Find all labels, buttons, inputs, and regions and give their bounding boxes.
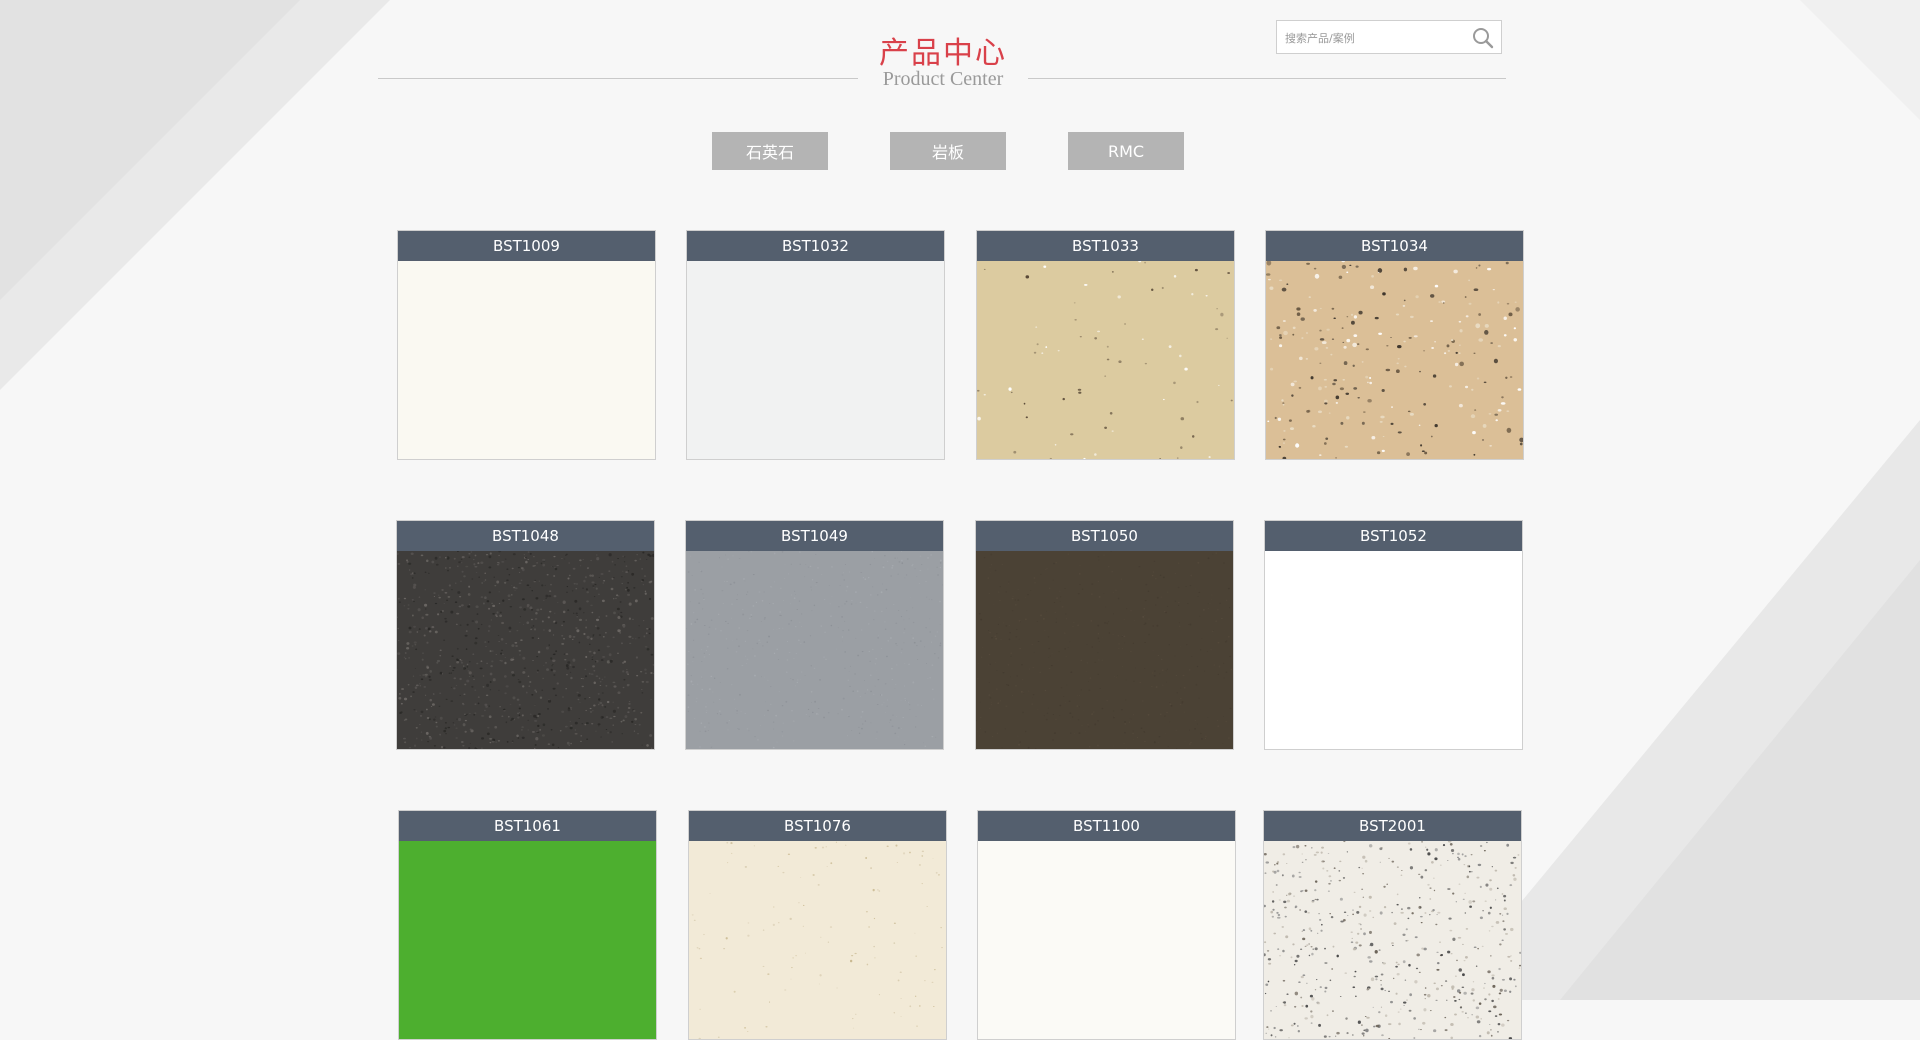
- product-label-bar: BST1076: [689, 811, 946, 841]
- swatch-texture: [689, 841, 946, 1039]
- search-icon[interactable]: [1471, 26, 1495, 50]
- product-code: BST1050: [1071, 527, 1138, 545]
- product-card[interactable]: BST1076: [688, 810, 947, 1040]
- swatch-texture: [976, 551, 1233, 749]
- product-swatch: [397, 551, 654, 749]
- product-card[interactable]: BST2001: [1263, 810, 1522, 1040]
- product-card[interactable]: BST1052: [1264, 520, 1523, 750]
- product-code: BST1076: [784, 817, 851, 835]
- product-code: BST1009: [493, 237, 560, 255]
- product-card[interactable]: BST1009: [397, 230, 656, 460]
- product-card[interactable]: BST1049: [685, 520, 944, 750]
- product-card[interactable]: BST1050: [975, 520, 1234, 750]
- product-swatch: [686, 551, 943, 749]
- swatch-texture: [397, 551, 654, 749]
- search-box: [1276, 20, 1502, 54]
- swatch-texture: [686, 551, 943, 749]
- product-label-bar: BST1032: [687, 231, 944, 261]
- product-label-bar: BST1061: [399, 811, 656, 841]
- product-card[interactable]: BST1034: [1265, 230, 1524, 460]
- product-swatch: [398, 261, 655, 459]
- product-code: BST1052: [1360, 527, 1427, 545]
- product-code: BST1032: [782, 237, 849, 255]
- product-card[interactable]: BST1048: [396, 520, 655, 750]
- product-code: BST1034: [1361, 237, 1428, 255]
- product-swatch: [977, 261, 1234, 459]
- product-label-bar: BST1048: [397, 521, 654, 551]
- swatch-texture: [1264, 841, 1521, 1039]
- product-swatch: [1266, 261, 1523, 459]
- product-swatch: [689, 841, 946, 1039]
- product-label-bar: BST1009: [398, 231, 655, 261]
- product-swatch: [1264, 841, 1521, 1039]
- product-code: BST1033: [1072, 237, 1139, 255]
- product-card[interactable]: BST1033: [976, 230, 1235, 460]
- product-card[interactable]: BST1032: [686, 230, 945, 460]
- product-label-bar: BST1052: [1265, 521, 1522, 551]
- product-swatch: [978, 841, 1235, 1039]
- product-grid: BST1009 BST1032 BST1033 BST1034 BST1048: [0, 0, 1920, 1000]
- product-code: BST1049: [781, 527, 848, 545]
- product-label-bar: BST1034: [1266, 231, 1523, 261]
- product-swatch: [399, 841, 656, 1039]
- product-label-bar: BST1033: [977, 231, 1234, 261]
- product-label-bar: BST1050: [976, 521, 1233, 551]
- swatch-texture: [1266, 261, 1523, 459]
- product-code: BST1048: [492, 527, 559, 545]
- swatch-texture: [977, 261, 1234, 459]
- product-card[interactable]: BST1100: [977, 810, 1236, 1040]
- product-code: BST1100: [1073, 817, 1140, 835]
- product-code: BST2001: [1359, 817, 1426, 835]
- product-code: BST1061: [494, 817, 561, 835]
- product-label-bar: BST1100: [978, 811, 1235, 841]
- product-label-bar: BST1049: [686, 521, 943, 551]
- product-swatch: [976, 551, 1233, 749]
- product-swatch: [1265, 551, 1522, 749]
- product-swatch: [687, 261, 944, 459]
- product-card[interactable]: BST1061: [398, 810, 657, 1040]
- search-input[interactable]: [1283, 27, 1467, 49]
- product-label-bar: BST2001: [1264, 811, 1521, 841]
